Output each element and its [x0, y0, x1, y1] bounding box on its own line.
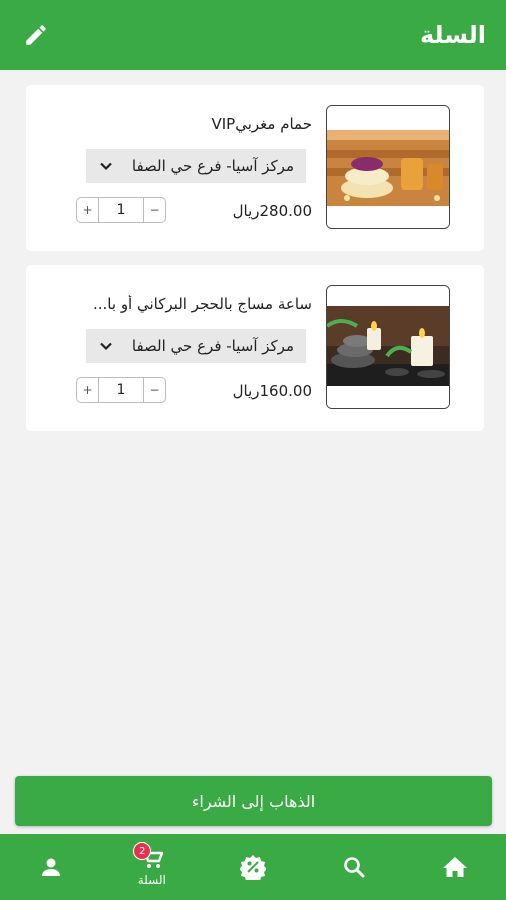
discount-icon	[239, 855, 266, 880]
nav-offers[interactable]	[202, 834, 303, 900]
branch-value: مركز آسيا- فرع حي الصفا	[131, 337, 294, 355]
nav-search[interactable]	[304, 834, 405, 900]
user-icon	[41, 858, 60, 876]
cart-item: حمام مغربيVIP مركز آسيا- فرع حي الصفا 28…	[26, 85, 484, 251]
item-price: 160.00ريال	[232, 382, 312, 400]
bottom-nav: 2 السلة	[0, 834, 506, 900]
decrement-button[interactable]: −	[143, 198, 165, 222]
chevron-down-icon	[98, 338, 114, 354]
cart-list: حمام مغربيVIP مركز آسيا- فرع حي الصفا 28…	[26, 85, 484, 445]
quantity-value: 1	[116, 202, 126, 218]
item-image-hot-stones	[326, 285, 450, 409]
item-price: 280.00ريال	[232, 202, 312, 220]
quantity-value: 1	[116, 382, 126, 398]
quantity-stepper: + 1 −	[76, 197, 166, 223]
checkout-button[interactable]: الذهاب إلى الشراء	[15, 776, 492, 826]
cart-item: ساعة مساج بالحجر البركاني أو با... مركز …	[26, 265, 484, 431]
item-image-spa-towels	[326, 105, 450, 229]
search-icon	[344, 857, 365, 878]
increment-button[interactable]: +	[77, 378, 99, 402]
home-icon	[443, 857, 468, 877]
branch-select[interactable]: مركز آسيا- فرع حي الصفا	[86, 149, 306, 183]
page-title: السلة	[419, 21, 486, 49]
nav-profile[interactable]	[0, 834, 101, 900]
branch-value: مركز آسيا- فرع حي الصفا	[131, 157, 294, 175]
nav-home[interactable]	[405, 834, 506, 900]
branch-select[interactable]: مركز آسيا- فرع حي الصفا	[86, 329, 306, 363]
edit-button[interactable]	[20, 19, 52, 51]
nav-cart-label: السلة	[137, 873, 166, 887]
chevron-down-icon	[98, 158, 114, 174]
item-name: حمام مغربيVIP	[211, 115, 312, 133]
app-bar: السلة	[0, 0, 506, 70]
pencil-icon	[26, 25, 46, 45]
nav-cart[interactable]: 2 السلة	[101, 834, 202, 900]
increment-button[interactable]: +	[77, 198, 99, 222]
decrement-button[interactable]: −	[143, 378, 165, 402]
quantity-stepper: + 1 −	[76, 377, 166, 403]
item-name: ساعة مساج بالحجر البركاني أو با...	[93, 295, 312, 313]
